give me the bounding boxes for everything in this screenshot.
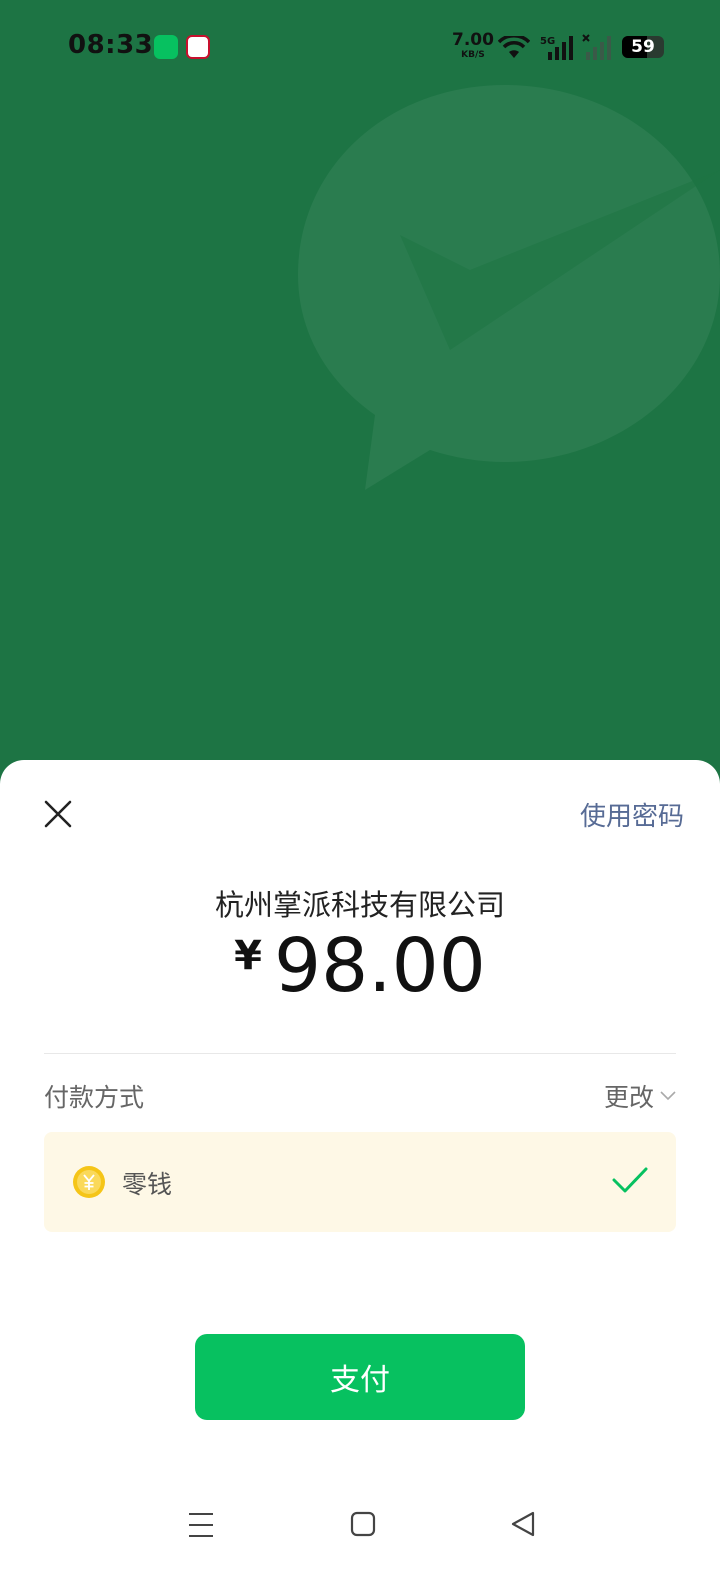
menu-icon[interactable] (187, 1512, 215, 1538)
network-speed-value: 7.00 (452, 30, 494, 50)
payment-method-name: 零钱 (122, 1170, 173, 1199)
change-method-button[interactable]: 更改 (604, 1078, 676, 1114)
pay-button[interactable]: 支付 (195, 1334, 525, 1420)
merchant-name: 杭州掌派科技有限公司 (214, 888, 505, 922)
payment-amount: ¥98.00 (0, 923, 720, 1009)
payment-sheet: 使用密码 杭州掌派科技有限公司 ¥98.00 付款方式 更改 零钱 支付 (0, 760, 720, 1582)
wechat-icon (154, 35, 178, 59)
signal-no-sim-icon (582, 34, 611, 60)
network-speed: 7.00 KB/S (452, 30, 494, 63)
signal-5g-label: 5G (540, 36, 555, 47)
home-icon[interactable] (350, 1511, 376, 1537)
battery-level: 59 (631, 37, 655, 57)
use-password-link[interactable]: 使用密码 (580, 796, 684, 833)
battery-icon: 59 (622, 36, 664, 58)
check-icon (612, 1167, 648, 1193)
status-time: 08:33 (68, 30, 154, 60)
status-bar: 08:33 7.00 KB/S 5G 59 (0, 0, 720, 96)
chevron-down-icon (660, 1091, 676, 1101)
network-speed-unit: KB/S (461, 50, 485, 60)
coin-icon (73, 1166, 105, 1198)
wechat-pay-watermark-icon (298, 85, 720, 490)
currency-symbol: ¥ (234, 933, 262, 979)
bank-app-icon (186, 35, 210, 59)
wifi-icon (498, 36, 530, 58)
close-icon[interactable] (40, 796, 76, 832)
divider (44, 1053, 676, 1054)
change-method-label: 更改 (603, 1083, 654, 1112)
back-icon[interactable] (510, 1511, 536, 1537)
signal-5g-icon: 5G (540, 36, 573, 60)
payment-method-label: 付款方式 (44, 1083, 145, 1112)
payment-method-option[interactable]: 零钱 (44, 1132, 676, 1232)
amount-value: 98.00 (273, 923, 486, 1009)
